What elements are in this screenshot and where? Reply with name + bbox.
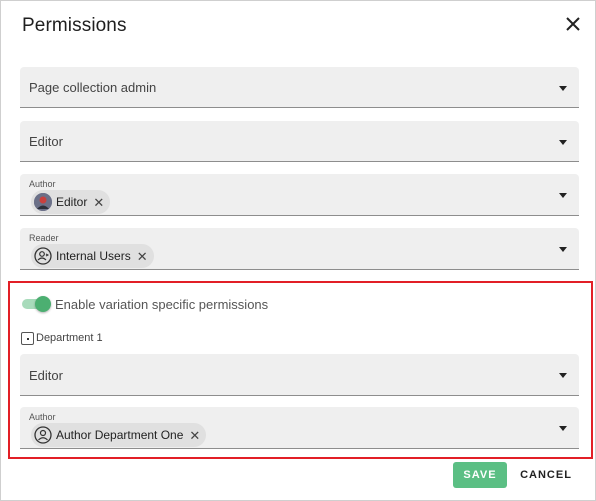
dropdown-arrow-icon xyxy=(559,86,567,91)
author-select[interactable]: Author Editor ✕ xyxy=(20,174,579,216)
chip-label: Author Department One xyxy=(56,428,184,442)
chip-remove-icon[interactable]: ✕ xyxy=(137,250,148,263)
user-group-icon xyxy=(34,247,52,265)
dropdown-arrow-icon xyxy=(559,373,567,378)
cancel-button[interactable]: CANCEL xyxy=(516,462,576,488)
editor-value: Editor xyxy=(29,134,63,149)
toggle-knob xyxy=(35,296,51,312)
chip-remove-icon[interactable]: ✕ xyxy=(189,429,200,442)
save-button[interactable]: SAVE xyxy=(453,462,507,488)
variation-editor-select[interactable]: Editor xyxy=(20,354,579,396)
dialog-title: Permissions xyxy=(22,15,127,36)
dropdown-arrow-icon xyxy=(559,193,567,198)
editor-avatar-icon xyxy=(34,193,52,211)
chip-label: Internal Users xyxy=(56,249,131,263)
variation-permissions-toggle[interactable] xyxy=(22,296,51,312)
close-button[interactable] xyxy=(561,12,585,36)
department-checkbox[interactable] xyxy=(21,332,34,345)
toggle-label: Enable variation specific permissions xyxy=(55,297,269,312)
author-field-label: Author xyxy=(29,179,56,189)
reader-field-label: Reader xyxy=(29,233,59,243)
reader-chip-internal-users[interactable]: Internal Users ✕ xyxy=(31,244,154,268)
dropdown-arrow-icon xyxy=(559,247,567,252)
variation-editor-value: Editor xyxy=(29,368,63,383)
dropdown-arrow-icon xyxy=(559,426,567,431)
reader-select[interactable]: Reader Internal Users ✕ xyxy=(20,228,579,270)
permissions-dialog: Permissions Page collection admin Editor… xyxy=(0,0,596,501)
page-collection-admin-select[interactable]: Page collection admin xyxy=(20,67,579,108)
chip-remove-icon[interactable]: ✕ xyxy=(93,196,104,209)
user-icon xyxy=(34,426,52,444)
dropdown-arrow-icon xyxy=(559,140,567,145)
variation-author-chip[interactable]: Author Department One ✕ xyxy=(31,423,207,447)
author-chip-editor[interactable]: Editor ✕ xyxy=(31,190,111,214)
page-collection-admin-value: Page collection admin xyxy=(29,80,157,95)
variation-author-field-label: Author xyxy=(29,412,56,422)
variation-author-select[interactable]: Author Author Department One ✕ xyxy=(20,407,579,449)
editor-select[interactable]: Editor xyxy=(20,121,579,162)
department-label: Department 1 xyxy=(36,332,103,344)
close-icon xyxy=(566,17,580,31)
chip-label: Editor xyxy=(56,195,88,209)
